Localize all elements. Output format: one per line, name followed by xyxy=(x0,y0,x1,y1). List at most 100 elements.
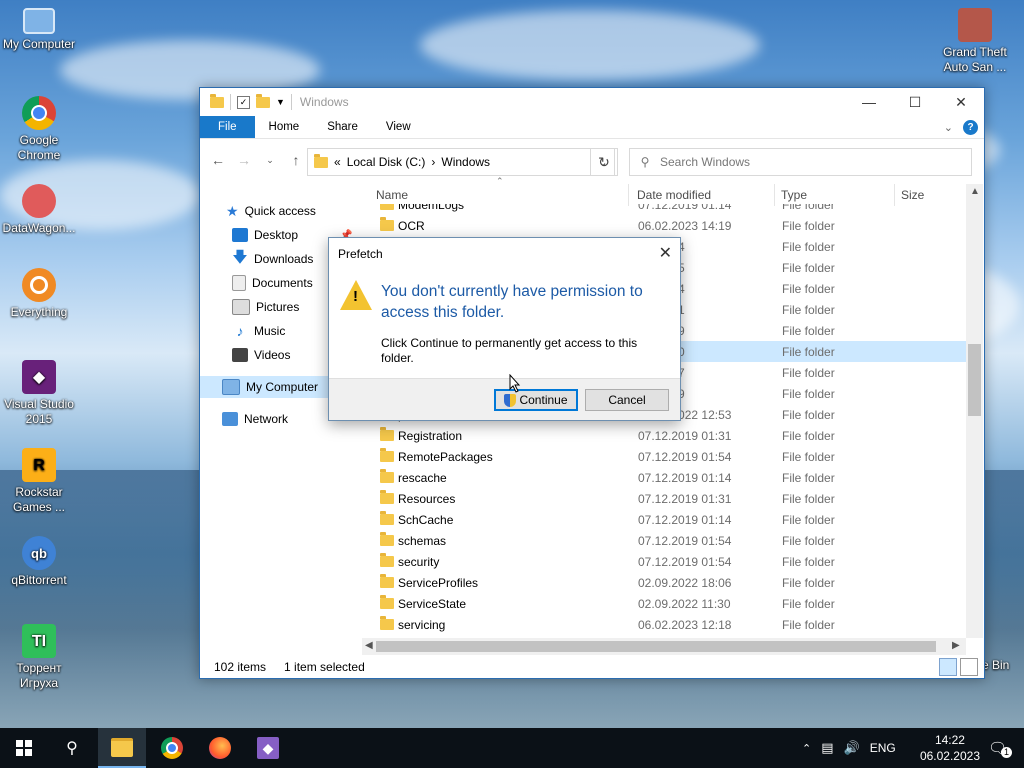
tab-share[interactable]: Share xyxy=(313,116,372,138)
desktop-icon-rockstar[interactable]: R Rockstar Games ... xyxy=(0,448,78,515)
column-type[interactable]: Type xyxy=(781,188,807,202)
up-button[interactable]: ↑ xyxy=(286,152,306,168)
taskbar-visual-studio[interactable]: ◆ xyxy=(244,728,292,768)
clock-date: 06.02.2023 xyxy=(919,749,980,763)
cell-date: 07.12.2019 01:31 xyxy=(638,428,732,443)
nav-quick-access[interactable]: ★ Quick access xyxy=(226,200,316,222)
cell-date: 06.02.2023 12:18 xyxy=(638,617,732,632)
folder-icon xyxy=(380,204,394,210)
refresh-button[interactable]: ↻ xyxy=(590,148,618,176)
recycle-bin-label[interactable]: e Bin xyxy=(982,658,1022,673)
breadcrumb-overflow[interactable]: « xyxy=(334,155,341,169)
language-indicator[interactable]: ENG xyxy=(870,741,896,755)
nav-desktop[interactable]: Desktop xyxy=(232,224,298,246)
desktop-icon-qbittorrent[interactable]: qb qBittorrent xyxy=(0,536,78,588)
table-row[interactable]: security 07.12.2019 01:54 File folder xyxy=(370,551,966,572)
folder-icon xyxy=(380,469,394,483)
breadcrumb-drive[interactable]: Local Disk (C:) xyxy=(347,155,426,169)
search-button[interactable]: ⚲ xyxy=(48,728,96,768)
scrollbar-thumb[interactable] xyxy=(968,344,981,416)
table-row[interactable]: Resources 07.12.2019 01:31 File folder xyxy=(370,488,966,509)
folder-icon xyxy=(210,93,224,108)
vertical-scrollbar[interactable]: ▲ xyxy=(966,184,983,638)
table-row[interactable]: ServiceState 02.09.2022 11:30 File folder xyxy=(370,593,966,614)
nav-videos[interactable]: Videos xyxy=(232,344,290,366)
table-row[interactable]: RemotePackages 07.12.2019 01:54 File folde… xyxy=(370,446,966,467)
breadcrumb-separator-icon[interactable]: › xyxy=(431,155,435,169)
recent-locations-button[interactable]: ⌄ xyxy=(260,155,280,166)
item-count: 102 items xyxy=(214,660,267,674)
table-row[interactable]: schemas 07.12.2019 01:54 File folder xyxy=(370,530,966,551)
status-bar: 102 items 1 item selected xyxy=(200,656,984,678)
horizontal-scrollbar[interactable]: ◀ ▶ xyxy=(362,638,966,655)
taskbar-chrome[interactable] xyxy=(148,728,196,768)
volume-icon[interactable]: 🔊 xyxy=(844,740,860,756)
cell-type: File folder xyxy=(782,407,835,422)
folder-icon xyxy=(314,153,328,168)
minimize-button[interactable]: — xyxy=(846,88,892,116)
back-button[interactable]: ← xyxy=(208,152,228,168)
cell-date: 07.12.2019 01:54 xyxy=(638,449,732,464)
dialog-close-button[interactable]: ✕ xyxy=(659,243,672,263)
nav-downloads[interactable]: 🡇 Downloads xyxy=(232,248,313,270)
desktop-icon-google-chrome[interactable]: Google Chrome xyxy=(0,96,78,163)
nav-documents[interactable]: Documents xyxy=(232,272,313,294)
cell-name: ModemLogs xyxy=(398,204,465,212)
scroll-right-icon[interactable]: ▶ xyxy=(952,640,960,651)
table-row[interactable]: ServiceProfiles 02.09.2022 18:06 File fold… xyxy=(370,572,966,593)
table-row[interactable]: rescache 07.12.2019 01:14 File folder xyxy=(370,467,966,488)
column-size[interactable]: Size xyxy=(901,188,924,202)
table-row[interactable]: OCR 06.02.2023 14:19 File folder xyxy=(370,215,966,236)
table-row[interactable]: SchCache 07.12.2019 01:14 File folder xyxy=(370,509,966,530)
nav-music[interactable]: ♪ Music xyxy=(232,320,286,342)
search-box[interactable]: ⚲ Search Windows xyxy=(629,148,972,176)
properties-icon[interactable]: ✓ xyxy=(237,95,250,109)
continue-button[interactable]: Continue xyxy=(494,389,578,411)
new-folder-icon[interactable] xyxy=(256,93,270,108)
show-hidden-icons-icon[interactable]: ⌃ xyxy=(802,742,811,755)
scroll-up-icon[interactable]: ▲ xyxy=(970,186,980,197)
forward-button[interactable]: → xyxy=(234,152,254,168)
maximize-button[interactable]: ☐ xyxy=(892,88,938,116)
nav-network[interactable]: Network xyxy=(222,408,288,430)
everything-icon xyxy=(22,268,56,302)
scrollbar-thumb[interactable] xyxy=(376,641,936,652)
desktop-icon-gta[interactable]: Grand Theft Auto San ... xyxy=(936,8,1014,75)
cell-name: schemas xyxy=(398,533,447,548)
dialog-message: You don't currently have permission to a… xyxy=(381,283,643,321)
desktop-icon-datawagon[interactable]: DataWagon... xyxy=(0,184,78,236)
details-view-icon[interactable] xyxy=(939,658,957,676)
table-row[interactable]: servicing 06.02.2023 12:18 File folder xyxy=(370,614,966,635)
table-row[interactable]: Registration 07.12.2019 01:31 File folder xyxy=(370,425,966,446)
action-center-button[interactable]: 🗨 1 xyxy=(982,728,1018,768)
clock-time: 14:22 xyxy=(934,733,965,747)
breadcrumb-folder[interactable]: Windows xyxy=(441,155,490,169)
desktop-icon-everything[interactable]: Everything xyxy=(0,268,78,320)
address-bar[interactable]: « Local Disk (C:) › Windows ⌄ xyxy=(307,148,615,176)
tab-file[interactable]: File xyxy=(200,116,255,138)
nav-pictures[interactable]: Pictures xyxy=(232,296,299,318)
cancel-button[interactable]: Cancel xyxy=(585,389,669,411)
large-icons-view-icon[interactable] xyxy=(960,658,978,676)
taskbar-file-explorer[interactable] xyxy=(98,728,146,768)
desktop-icon-my-computer[interactable]: My Computer xyxy=(0,8,78,52)
tab-view[interactable]: View xyxy=(372,116,425,138)
help-icon[interactable]: ? xyxy=(963,119,978,135)
warning-icon: ! xyxy=(340,280,372,310)
customize-toolbar-icon[interactable]: ▼ xyxy=(276,97,285,107)
tab-home[interactable]: Home xyxy=(255,116,314,138)
column-name[interactable]: Name xyxy=(376,188,408,202)
clock[interactable]: 14:22 06.02.2023 xyxy=(920,732,980,764)
taskbar-firefox[interactable] xyxy=(196,728,244,768)
start-button[interactable] xyxy=(0,728,48,768)
close-button[interactable]: ✕ xyxy=(938,88,984,116)
cell-name: security xyxy=(398,554,440,569)
cell-date: 07.12.2019 01:14 xyxy=(638,470,732,485)
column-date-modified[interactable]: Date modified xyxy=(637,188,711,202)
scroll-left-icon[interactable]: ◀ xyxy=(365,640,373,651)
table-row[interactable]: ModemLogs 07.12.2019 01:14 File folder xyxy=(370,204,966,215)
network-icon[interactable]: ▤ xyxy=(821,740,833,756)
expand-ribbon-icon[interactable]: ⌄ xyxy=(944,121,953,134)
desktop-icon-visual-studio[interactable]: ◆ Visual Studio 2015 xyxy=(0,360,78,427)
desktop-icon-torrent-igruha[interactable]: TI Торрент Игруха xyxy=(0,624,78,691)
